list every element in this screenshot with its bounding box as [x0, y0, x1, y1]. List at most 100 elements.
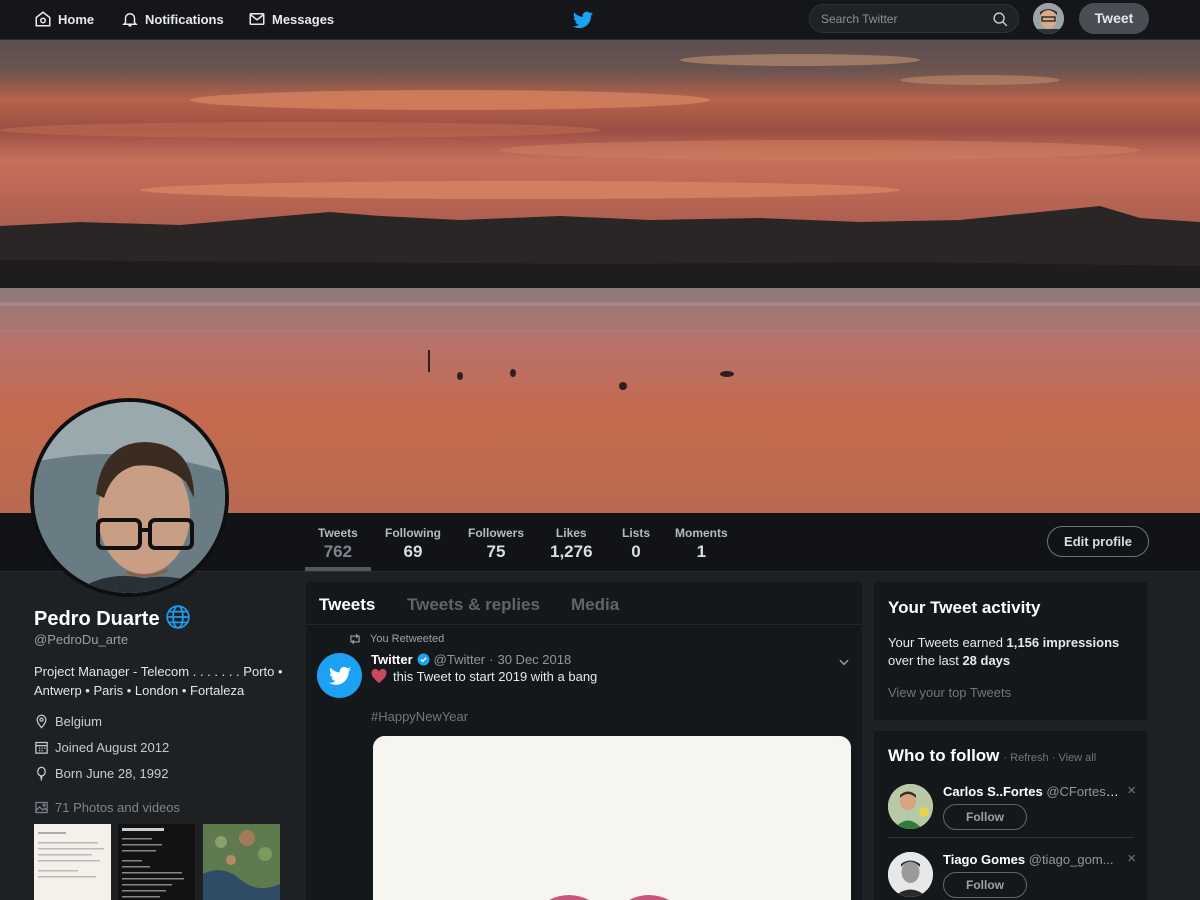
profile-location-text: Belgium [55, 714, 102, 729]
suggested-user-avatar[interactable] [888, 784, 933, 829]
nav-notifications-label: Notifications [145, 11, 224, 27]
stat-label: Tweets [318, 526, 358, 540]
stat-value: 762 [323, 542, 353, 561]
envelope-icon [249, 13, 265, 25]
profile-birthday: Born June 28, 1992 [34, 766, 168, 781]
home-icon [35, 11, 51, 27]
activity-line1-prefix: Your Tweets earned [888, 635, 1007, 650]
who-to-follow-card: Who to follow · Refresh · View all Carlo… [874, 731, 1147, 900]
avatar-image [1033, 3, 1064, 34]
media-thumbnail[interactable] [118, 824, 195, 900]
nav-home-label: Home [58, 11, 95, 27]
suggested-user: Tiago Gomes @tiago_gom... × Follow [888, 851, 1136, 900]
stat-value: 1,276 [550, 542, 593, 561]
chevron-down-icon[interactable] [837, 655, 851, 669]
photos-videos-link[interactable]: 71 Photos and videos [34, 800, 180, 815]
tweet-activity-title: Your Tweet activity [888, 598, 1041, 617]
heart-icon [371, 669, 387, 684]
nav-messages[interactable]: Messages [248, 10, 334, 28]
verified-badge-icon [417, 653, 430, 666]
tweet-media[interactable] [373, 736, 851, 900]
stat-following[interactable]: Following 69 [385, 526, 441, 562]
profile-birthday-text: Born June 28, 1992 [55, 766, 169, 781]
balloon-icon [37, 766, 46, 781]
nav-home[interactable]: Home [34, 10, 94, 28]
search-icon[interactable] [992, 11, 1009, 28]
suggested-user-handle: @CFortes_... [1046, 784, 1119, 799]
timeline-panel: Tweets Tweets & replies Media You Retwee… [306, 582, 862, 900]
follow-button[interactable]: Follow [943, 804, 1027, 830]
thumbnail-image [34, 824, 111, 900]
avatar-image [888, 784, 933, 829]
top-navbar: Home Notifications Messages Tweet [0, 0, 1200, 40]
dismiss-icon[interactable]: × [1127, 783, 1136, 798]
suggested-user-name[interactable]: Carlos S..Fortes [943, 784, 1043, 799]
nav-messages-label: Messages [272, 11, 335, 27]
stat-label: Following [385, 526, 441, 540]
calendar-icon [35, 741, 48, 754]
tweet-text: this Tweet to start 2019 with a bang [371, 669, 597, 684]
thumbnail-image [118, 824, 195, 900]
active-stat-underline [305, 567, 371, 571]
image-icon [35, 801, 48, 814]
tweet-date[interactable]: 30 Dec 2018 [497, 652, 571, 667]
edit-profile-button[interactable]: Edit profile [1047, 526, 1149, 557]
suggested-user-handle: @tiago_gom... [1028, 852, 1114, 867]
profile-avatar[interactable] [30, 398, 229, 597]
view-top-tweets-link[interactable]: View your top Tweets [888, 685, 1011, 700]
suggested-user-avatar[interactable] [888, 852, 933, 897]
media-thumbnail[interactable] [34, 824, 111, 900]
tweet-hashtag[interactable]: #HappyNewYear [371, 709, 468, 724]
thumbnail-image [203, 824, 280, 900]
stat-likes[interactable]: Likes 1,276 [550, 526, 593, 562]
avatar-image [888, 852, 933, 897]
search-input[interactable] [821, 11, 981, 27]
tweet-text-body: this Tweet to start 2019 with a bang [393, 669, 598, 684]
tweet-header: Twitter @Twitter · 30 Dec 2018 [371, 652, 571, 667]
activity-line2-prefix: over the last [888, 653, 963, 668]
dismiss-icon[interactable]: × [1127, 851, 1136, 866]
tab-tweets-replies[interactable]: Tweets & replies [407, 595, 540, 615]
media-thumbnails [34, 824, 284, 900]
profile-name: Pedro Duarte [34, 608, 160, 630]
tweet-author-avatar[interactable] [317, 653, 362, 698]
stat-value: 69 [403, 542, 423, 561]
divider [888, 837, 1134, 838]
stat-label: Likes [555, 526, 587, 540]
stat-label: Lists [622, 526, 651, 540]
separator-dot: · [1003, 752, 1008, 764]
activity-impressions: 1,156 impressions [1006, 635, 1120, 650]
tweet-separator: · [489, 652, 494, 667]
profile-photo [34, 402, 225, 593]
profile-location: Belgium [34, 714, 102, 729]
nav-notifications[interactable]: Notifications [121, 10, 224, 28]
tweet-button[interactable]: Tweet [1079, 3, 1149, 34]
follow-button[interactable]: Follow [943, 872, 1027, 898]
suggested-user-line: Carlos S..Fortes @CFortes_... [943, 784, 1119, 799]
retweet-indicator: You Retweeted [348, 633, 444, 645]
tab-media[interactable]: Media [571, 595, 619, 615]
who-to-follow-links: · Refresh · View all [1003, 752, 1096, 764]
twitter-bird-icon[interactable] [572, 9, 594, 31]
stat-value: 1 [696, 542, 707, 561]
profile-bio: Project Manager - Telecom . . . . . . . … [34, 664, 283, 698]
photos-videos-text: 71 Photos and videos [55, 800, 181, 815]
suggested-user-name[interactable]: Tiago Gomes [943, 852, 1025, 867]
tab-tweets[interactable]: Tweets [319, 595, 375, 615]
stat-moments[interactable]: Moments 1 [675, 526, 728, 562]
stat-lists[interactable]: Lists 0 [622, 526, 650, 562]
view-all-link[interactable]: View all [1058, 752, 1096, 764]
stat-followers[interactable]: Followers 75 [468, 526, 524, 562]
tweet-author-handle: @Twitter [433, 652, 486, 667]
media-thumbnail[interactable] [203, 824, 280, 900]
retweet-label: You Retweeted [370, 633, 445, 645]
stat-tweets[interactable]: Tweets 762 [318, 526, 358, 562]
retweet-icon [350, 633, 360, 645]
profile-joined-text: Joined August 2012 [55, 740, 170, 755]
refresh-link[interactable]: Refresh [1010, 752, 1049, 764]
stat-value: 0 [631, 542, 641, 561]
account-avatar[interactable] [1033, 3, 1064, 34]
profile-handle: @PedroDu_arte [34, 632, 129, 647]
tweet-author-name[interactable]: Twitter [371, 652, 413, 667]
stat-label: Followers [468, 526, 525, 540]
